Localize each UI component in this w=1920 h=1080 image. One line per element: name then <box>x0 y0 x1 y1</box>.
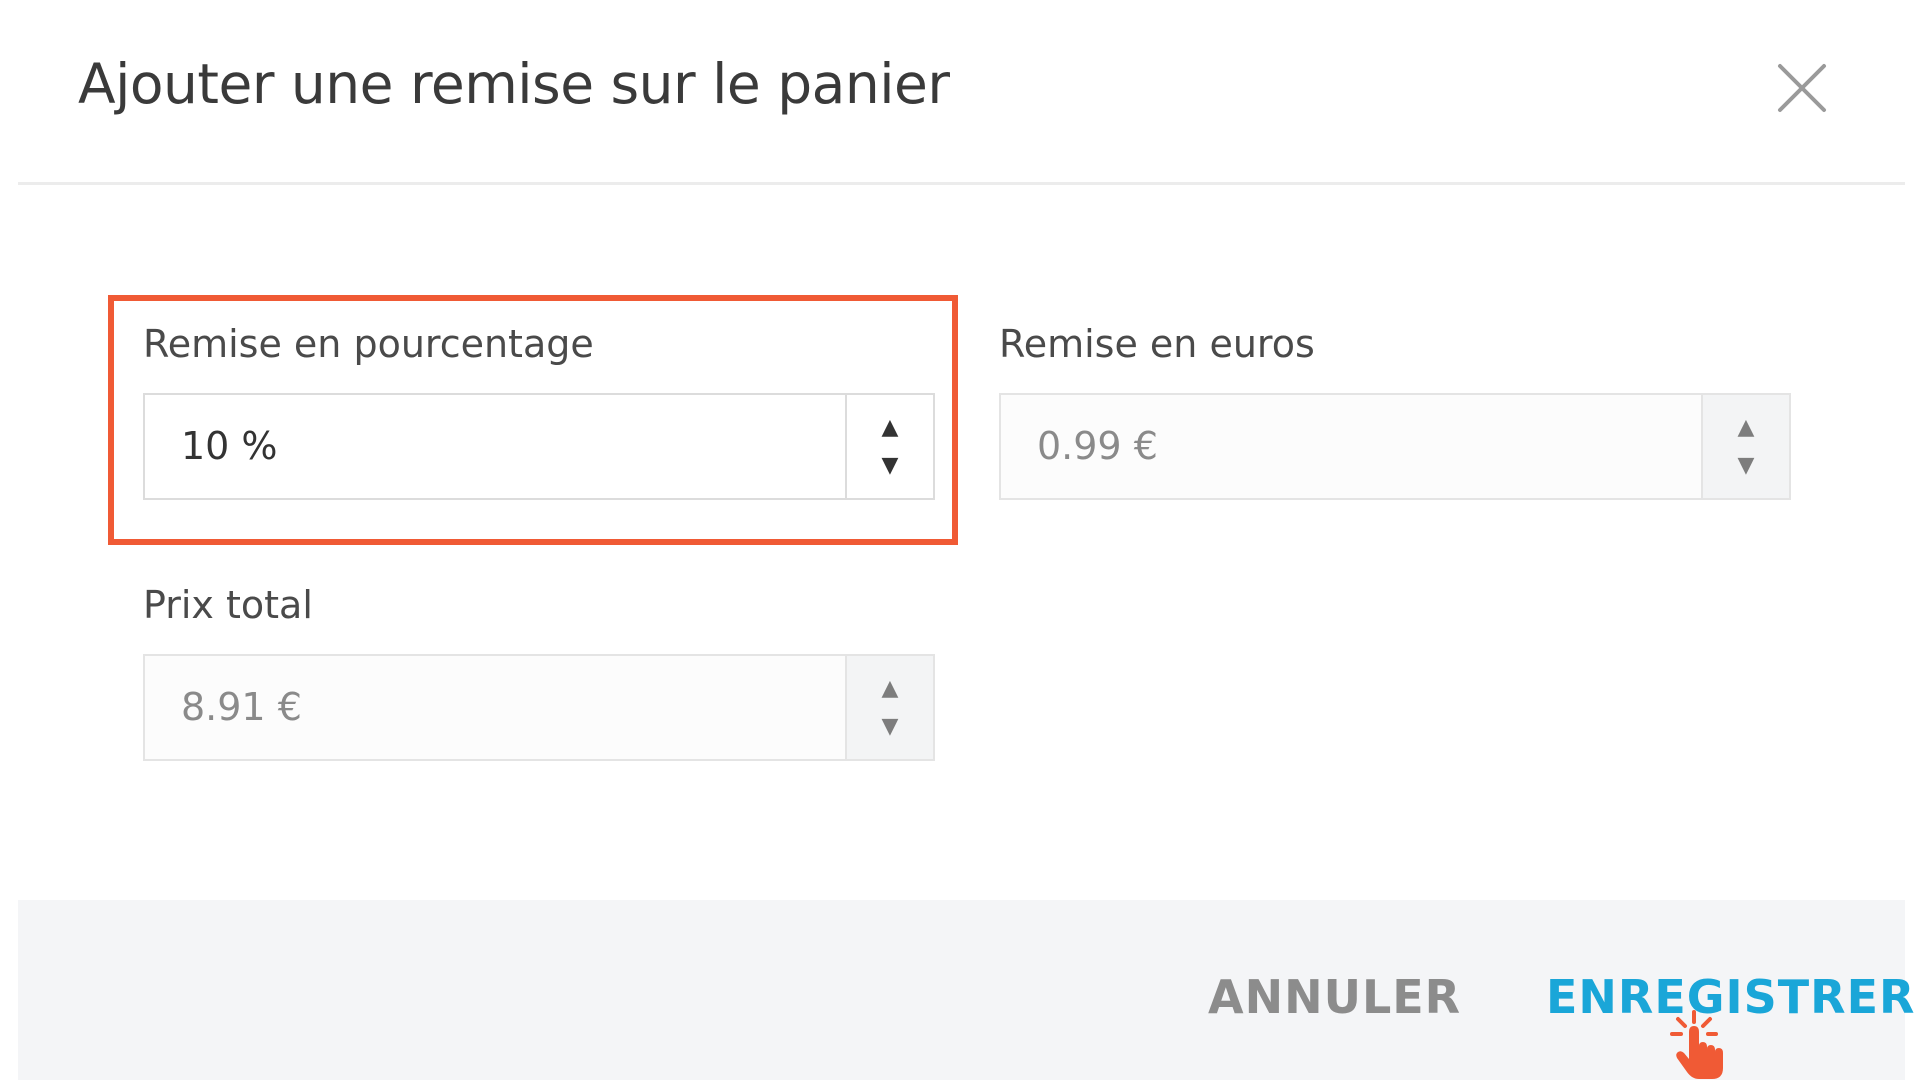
decrement-arrow-icon[interactable]: ▼ <box>847 706 933 746</box>
close-button[interactable] <box>1772 58 1832 118</box>
percent-field-label: Remise en pourcentage <box>143 322 594 366</box>
discount-dialog: Ajouter une remise sur le panier Remise … <box>0 0 1920 1080</box>
decrement-arrow-icon[interactable]: ▼ <box>1703 445 1789 485</box>
percent-discount-spinner: 10 % ▲ ▼ <box>143 393 935 500</box>
increment-arrow-icon[interactable]: ▲ <box>847 407 933 447</box>
total-field-label: Prix total <box>143 583 313 627</box>
total-spinner-arrows: ▲ ▼ <box>845 656 933 759</box>
close-icon <box>1778 64 1826 112</box>
hand-cursor-icon <box>1670 1010 1723 1079</box>
percent-spinner-arrows: ▲ ▼ <box>845 395 933 498</box>
increment-arrow-icon[interactable]: ▲ <box>847 668 933 708</box>
euros-discount-spinner: 0.99 € ▲ ▼ <box>999 393 1791 500</box>
dialog-title: Ajouter une remise sur le panier <box>78 52 950 116</box>
euros-spinner-arrows: ▲ ▼ <box>1701 395 1789 498</box>
total-price-input[interactable]: 8.91 € <box>181 656 302 759</box>
dialog-footer: ANNULER ENREGISTRER <box>18 900 1914 1080</box>
increment-arrow-icon[interactable]: ▲ <box>1703 407 1789 447</box>
euros-field-label: Remise en euros <box>999 322 1315 366</box>
percent-discount-input[interactable]: 10 % <box>181 395 278 498</box>
dialog-header: Ajouter une remise sur le panier <box>18 0 1905 185</box>
total-price-spinner: 8.91 € ▲ ▼ <box>143 654 935 761</box>
cancel-button[interactable]: ANNULER <box>1208 970 1461 1024</box>
decrement-arrow-icon[interactable]: ▼ <box>847 445 933 485</box>
euros-discount-input[interactable]: 0.99 € <box>1037 395 1158 498</box>
